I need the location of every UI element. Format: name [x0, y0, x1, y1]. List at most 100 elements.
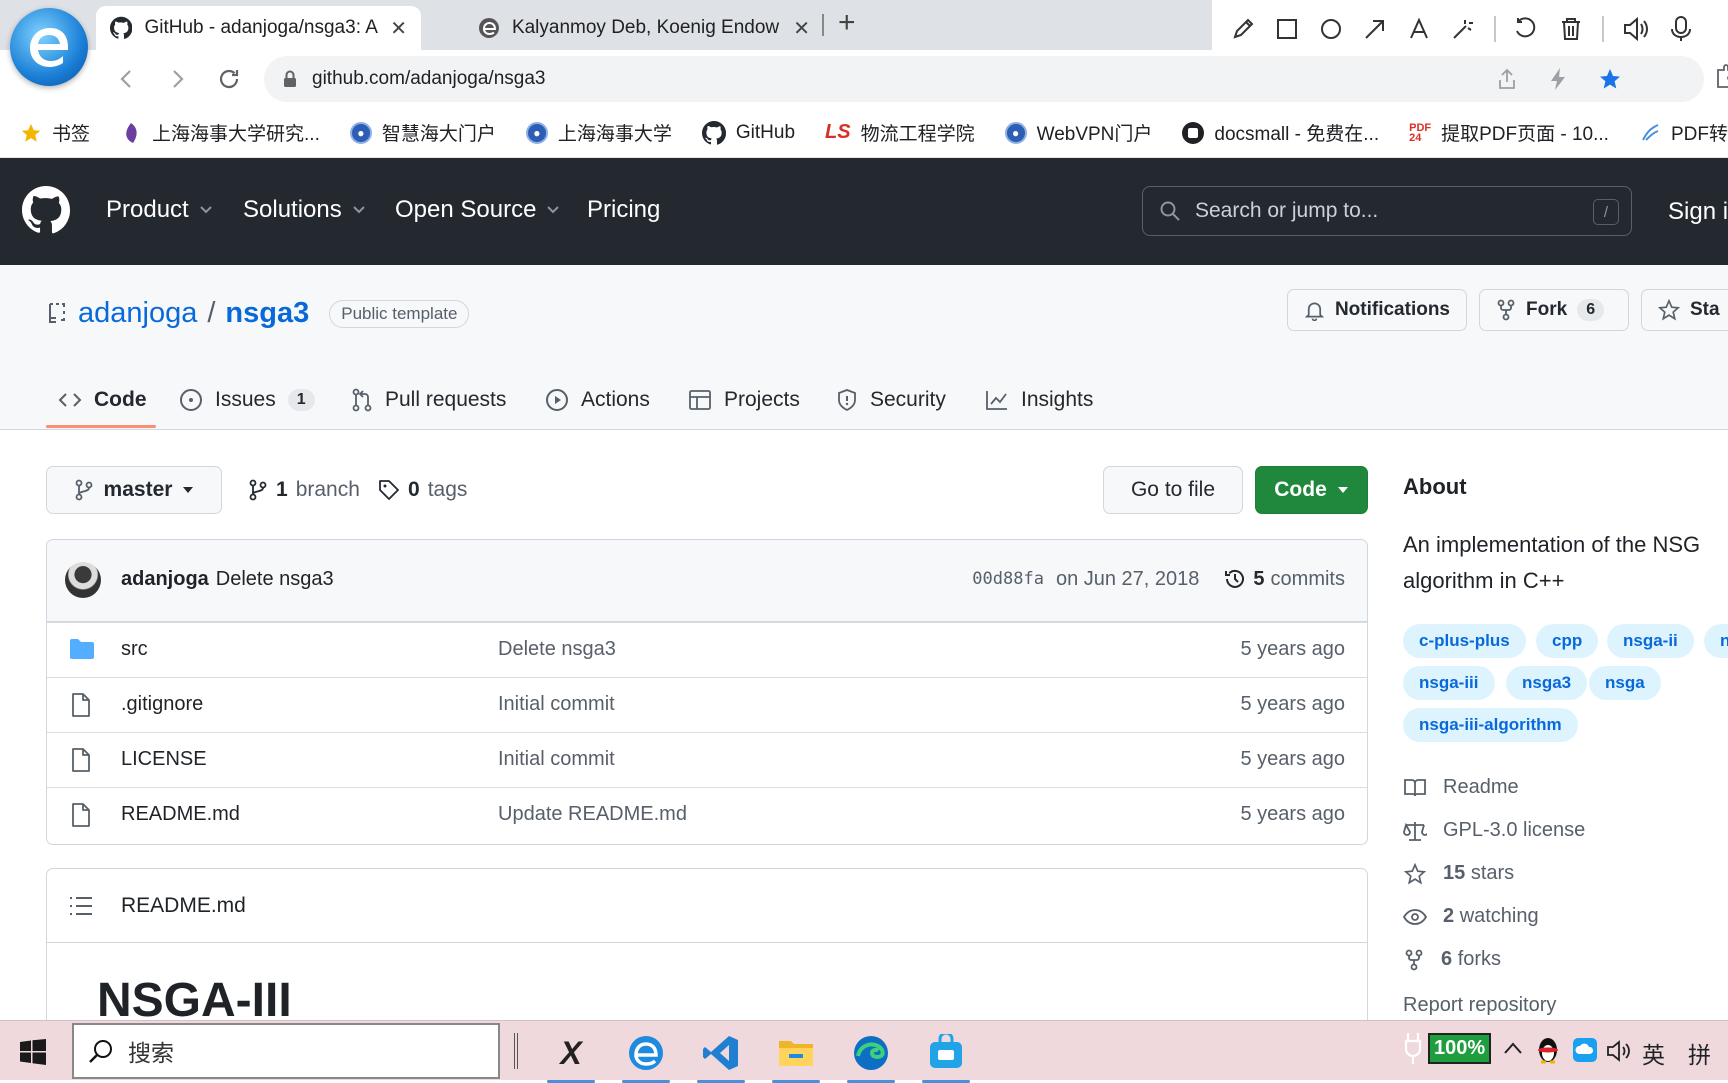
topic-tag[interactable]: n	[1704, 624, 1728, 658]
tab-kalyanmoy-deb[interactable]: Kalyanmoy Deb, Koenig Endow ✕	[464, 6, 824, 50]
go-to-file-button[interactable]: Go to file	[1103, 466, 1243, 514]
topic-tag[interactable]: cpp	[1536, 624, 1599, 658]
reload-button[interactable]	[212, 62, 246, 96]
topic-tag[interactable]: nsga-iii-algorithm	[1403, 708, 1578, 742]
battery-indicator[interactable]: 100%	[1428, 1032, 1492, 1064]
share-icon[interactable]	[1496, 68, 1518, 90]
code-dropdown-button[interactable]: Code	[1255, 466, 1368, 514]
file-commit-message[interactable]: Initial commit	[498, 693, 615, 716]
bookmark-item[interactable]: 上海海事大学研究...	[102, 119, 332, 146]
arrow-icon[interactable]	[1362, 16, 1388, 42]
file-name-link[interactable]: src	[121, 638, 148, 661]
lightning-icon[interactable]	[1548, 67, 1568, 91]
nav-product[interactable]: Product	[106, 196, 213, 224]
file-commit-message[interactable]: Delete nsga3	[498, 638, 616, 661]
taskbar-app[interactable]: X	[543, 1029, 599, 1083]
topic-tag[interactable]: nsga	[1589, 666, 1661, 700]
file-commit-message[interactable]: Initial commit	[498, 748, 615, 771]
undo-icon[interactable]	[1514, 16, 1540, 42]
file-row-gitignore[interactable]: .gitignore Initial commit 5 years ago	[47, 677, 1367, 732]
bookmark-item[interactable]: PDF 24 提取PDF页面 - 10...	[1391, 119, 1621, 146]
tab-close-icon[interactable]: ✕	[793, 16, 810, 41]
topic-tag[interactable]: nsga-ii	[1607, 624, 1694, 658]
bookmark-item[interactable]: GitHub	[684, 120, 807, 145]
bookmark-star-icon[interactable]	[1598, 67, 1622, 91]
avatar[interactable]	[65, 562, 101, 598]
topic-tag[interactable]: nsga3	[1506, 666, 1588, 700]
star-button[interactable]: Sta	[1641, 289, 1728, 331]
text-icon[interactable]	[1406, 16, 1432, 42]
tab-actions[interactable]: Actions	[545, 373, 650, 427]
magic-wand-icon[interactable]	[1450, 16, 1476, 42]
topic-tag[interactable]: nsga-iii	[1403, 666, 1495, 700]
repo-owner-link[interactable]: adanjoga	[78, 297, 197, 330]
file-name-link[interactable]: LICENSE	[121, 748, 207, 771]
tags-link[interactable]: 0 tags	[378, 478, 467, 502]
forks-link[interactable]: 6 forks	[1403, 948, 1501, 971]
report-repository-link[interactable]: Report repository	[1403, 994, 1556, 1017]
bookmark-item[interactable]: 书签	[0, 119, 102, 146]
tab-projects[interactable]: Projects	[688, 373, 800, 427]
bookmark-item[interactable]: LS 物流工程学院	[807, 119, 987, 146]
chevron-up-icon[interactable]	[1503, 1041, 1523, 1055]
file-name-link[interactable]: .gitignore	[121, 693, 203, 716]
bookmark-item[interactable]: docsmall - 免费在...	[1164, 119, 1391, 146]
tab-close-icon[interactable]: ✕	[390, 16, 407, 41]
tab-code[interactable]: Code	[58, 373, 147, 427]
commit-message-link[interactable]: Delete nsga3	[216, 568, 334, 591]
taskbar-app[interactable]	[918, 1029, 974, 1083]
commit-date[interactable]: on Jun 27, 2018	[1056, 568, 1199, 591]
ime-language-indicator[interactable]: 英	[1642, 1036, 1665, 1070]
microphone-icon[interactable]	[1668, 15, 1694, 43]
address-bar[interactable]: github.com/adanjoga/nsga3	[264, 56, 1704, 102]
fork-button[interactable]: Fork 6	[1479, 289, 1629, 331]
new-tab-button[interactable]: +	[838, 6, 856, 40]
branch-select-button[interactable]: master	[46, 466, 222, 514]
pencil-icon[interactable]	[1230, 16, 1256, 42]
volume-icon[interactable]	[1606, 1039, 1632, 1063]
cloud-app-icon[interactable]	[1572, 1037, 1598, 1063]
taskbar-app[interactable]	[843, 1029, 899, 1083]
branches-link[interactable]: 1 branch	[248, 478, 360, 502]
nav-open-source[interactable]: Open Source	[395, 196, 560, 224]
taskbar-search-box[interactable]: 搜索	[72, 1023, 500, 1079]
tab-insights[interactable]: Insights	[985, 373, 1093, 427]
back-button[interactable]	[110, 62, 144, 96]
commits-link[interactable]: 5 commits	[1223, 567, 1345, 591]
readme-filename[interactable]: README.md	[121, 894, 246, 918]
tab-pull-requests[interactable]: Pull requests	[351, 373, 506, 427]
sign-in-link[interactable]: Sign i	[1668, 198, 1728, 226]
tab-github[interactable]: GitHub - adanjoga/nsga3: An im ✕	[96, 6, 421, 50]
file-row-license[interactable]: LICENSE Initial commit 5 years ago	[47, 732, 1367, 787]
speaker-icon[interactable]	[1622, 16, 1650, 42]
taskbar-app[interactable]	[618, 1029, 674, 1083]
notifications-button[interactable]: Notifications	[1287, 289, 1467, 331]
readme-link[interactable]: Readme	[1403, 776, 1519, 799]
trash-icon[interactable]	[1558, 16, 1584, 42]
license-link[interactable]: GPL-3.0 license	[1403, 819, 1585, 842]
qq-penguin-icon[interactable]	[1536, 1035, 1560, 1065]
file-row-src[interactable]: src Delete nsga3 5 years ago	[47, 622, 1367, 677]
extensions-icon[interactable]	[1714, 64, 1728, 90]
bookmark-item[interactable]: PDF转JPG - 免费	[1621, 119, 1728, 146]
taskbar-app[interactable]	[768, 1029, 824, 1083]
ime-mode-indicator[interactable]: 拼	[1688, 1036, 1711, 1070]
bookmark-item[interactable]: ● 智慧海大门户	[332, 119, 508, 146]
circle-icon[interactable]	[1318, 16, 1344, 42]
github-logo-icon[interactable]	[22, 186, 70, 234]
topic-tag[interactable]: c-plus-plus	[1403, 624, 1526, 658]
commit-author-link[interactable]: adanjoga	[121, 568, 209, 591]
search-input[interactable]: Search or jump to... /	[1142, 186, 1632, 236]
windows-start-icon[interactable]	[20, 1039, 46, 1065]
bookmark-item[interactable]: ● 上海海事大学	[508, 119, 684, 146]
stars-link[interactable]: 15 stars	[1403, 862, 1514, 885]
file-row-readme[interactable]: README.md Update README.md 5 years ago	[47, 787, 1367, 842]
file-name-link[interactable]: README.md	[121, 803, 240, 826]
rectangle-icon[interactable]	[1274, 16, 1300, 42]
watchers-link[interactable]: 2 watching	[1403, 905, 1539, 928]
tab-security[interactable]: Security	[836, 373, 946, 427]
file-commit-message[interactable]: Update README.md	[498, 803, 687, 826]
tab-issues[interactable]: Issues 1	[179, 373, 315, 427]
forward-button[interactable]	[160, 62, 194, 96]
bookmark-item[interactable]: ● WebVPN门户	[987, 119, 1165, 146]
